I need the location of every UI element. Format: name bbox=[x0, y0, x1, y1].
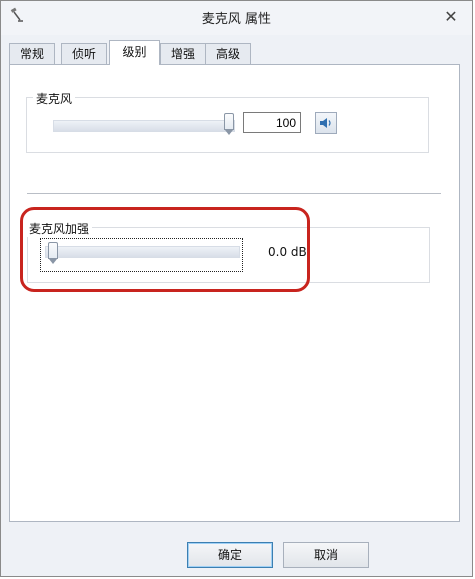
title-bar: 麦克风 属性 ✕ bbox=[1, 1, 472, 35]
microphone-label: 麦克风 bbox=[33, 90, 76, 107]
ok-button[interactable]: 确定 bbox=[187, 542, 273, 568]
microphone-level-slider[interactable] bbox=[53, 120, 235, 132]
close-icon: ✕ bbox=[444, 6, 458, 26]
microphone-level-input[interactable] bbox=[243, 112, 301, 133]
cancel-button[interactable]: 取消 bbox=[283, 542, 369, 568]
section-divider bbox=[27, 193, 441, 194]
tab-general[interactable]: 常规 bbox=[9, 43, 55, 64]
window-title: 麦克风 属性 bbox=[201, 12, 272, 27]
close-button[interactable]: ✕ bbox=[440, 6, 462, 26]
highlight-annotation bbox=[20, 207, 310, 292]
speaker-icon bbox=[320, 118, 331, 128]
microphone-slider-thumb[interactable] bbox=[224, 113, 234, 135]
tab-listen[interactable]: 侦听 bbox=[61, 43, 107, 64]
tab-advanced[interactable]: 高级 bbox=[205, 43, 251, 64]
tab-enhancements[interactable]: 增强 bbox=[160, 43, 206, 64]
mute-button[interactable] bbox=[315, 112, 337, 134]
tab-levels[interactable]: 级别 bbox=[109, 40, 160, 65]
microphone-group: 麦克风 bbox=[26, 90, 429, 153]
properties-dialog: 麦克风 属性 ✕ 常规 侦听 级别 增强 高级 麦克风 麦克 bbox=[0, 0, 473, 577]
levels-panel: 麦克风 麦克风加强 0.0 dB bbox=[9, 64, 460, 522]
